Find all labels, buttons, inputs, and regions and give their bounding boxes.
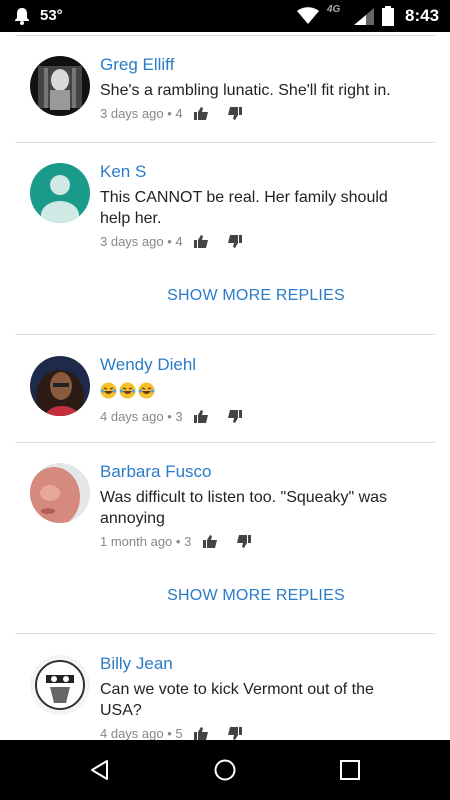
- navigation-bar: [0, 740, 450, 800]
- divider: [15, 633, 435, 634]
- comments-list[interactable]: Greg Elliff She's a rambling lunatic. Sh…: [0, 32, 450, 740]
- avatar[interactable]: [30, 463, 90, 523]
- home-icon[interactable]: [213, 758, 237, 782]
- comment-author[interactable]: Greg Elliff: [100, 55, 174, 75]
- comment-text: Can we vote to kick Vermont out of the U…: [100, 681, 374, 719]
- divider: [15, 35, 435, 36]
- temperature: 53°: [40, 7, 63, 24]
- comment-text: Was difficult to listen too. "Squeaky" w…: [100, 489, 388, 527]
- comment-text: [100, 380, 420, 401]
- cell-signal-icon: [354, 8, 374, 25]
- thumbs-down-icon[interactable]: [227, 235, 242, 249]
- like-count: 3: [175, 409, 183, 425]
- status-bar: 53° 4G 8:43: [0, 0, 450, 32]
- avatar[interactable]: [30, 356, 90, 416]
- meta-separator: •: [167, 106, 172, 122]
- avatar[interactable]: [30, 655, 90, 715]
- comment-author[interactable]: Billy Jean: [100, 654, 173, 674]
- comment-meta: 4 days ago • 5: [100, 725, 242, 740]
- battery-icon: [382, 6, 394, 26]
- comment-text: She's a rambling lunatic. She'll fit rig…: [100, 82, 391, 99]
- thumbs-up-icon[interactable]: [202, 535, 217, 549]
- comment-author[interactable]: Ken S: [100, 162, 146, 182]
- show-more-replies-button[interactable]: SHOW MORE REPLIES: [0, 287, 450, 305]
- notification-bell-icon: [15, 8, 29, 25]
- meta-separator: •: [167, 234, 172, 250]
- thumbs-up-icon[interactable]: [194, 410, 209, 424]
- comment-time: 3 days ago: [100, 234, 164, 250]
- back-icon[interactable]: [88, 758, 112, 782]
- avatar[interactable]: [30, 56, 90, 116]
- comment-meta: 3 days ago • 4: [100, 105, 242, 121]
- wifi-icon: [297, 7, 319, 24]
- divider: [15, 334, 435, 335]
- meta-separator: •: [167, 726, 172, 740]
- thumbs-up-icon[interactable]: [194, 107, 209, 121]
- avatar[interactable]: [30, 163, 90, 223]
- thumbs-up-icon[interactable]: [194, 235, 209, 249]
- thumbs-down-icon[interactable]: [236, 535, 251, 549]
- comment-time: 4 days ago: [100, 726, 164, 740]
- comment-time: 4 days ago: [100, 409, 164, 425]
- thumbs-down-icon[interactable]: [227, 410, 242, 424]
- like-count: 4: [175, 106, 183, 122]
- laughing-tears-emoji-icon: [100, 382, 117, 399]
- comment-time: 3 days ago: [100, 106, 164, 122]
- comment-meta: 3 days ago • 4: [100, 233, 242, 249]
- network-type: 4G: [327, 4, 341, 15]
- thumbs-up-icon[interactable]: [194, 727, 209, 740]
- meta-separator: •: [175, 534, 181, 550]
- recent-apps-icon[interactable]: [338, 758, 362, 782]
- comment-meta: 1 month ago • 3: [100, 533, 251, 549]
- comment-text: This CANNOT be real. Her family should h…: [100, 189, 388, 227]
- comment-meta: 4 days ago • 3: [100, 408, 242, 424]
- thumbs-down-icon[interactable]: [227, 727, 242, 740]
- comment-author[interactable]: Barbara Fusco: [100, 462, 212, 482]
- laughing-tears-emoji-icon: [119, 382, 136, 399]
- thumbs-down-icon[interactable]: [227, 107, 242, 121]
- laughing-tears-emoji-icon: [138, 382, 155, 399]
- meta-separator: •: [167, 409, 172, 425]
- clock: 8:43: [405, 6, 440, 25]
- divider: [15, 142, 435, 143]
- like-count: 5: [175, 726, 183, 740]
- show-more-replies-button[interactable]: SHOW MORE REPLIES: [0, 587, 450, 605]
- like-count: 3: [184, 534, 192, 550]
- divider: [15, 442, 435, 443]
- comment-time: 1 month ago: [100, 534, 173, 550]
- comment-author[interactable]: Wendy Diehl: [100, 355, 196, 375]
- like-count: 4: [175, 234, 183, 250]
